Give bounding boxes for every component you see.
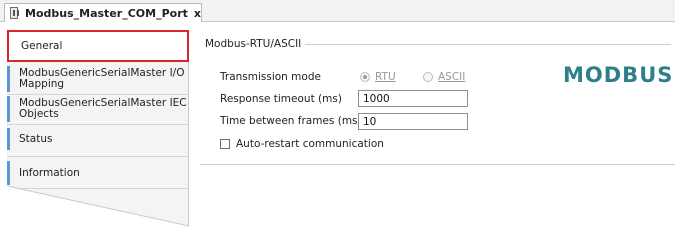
tab-status-label: Status: [19, 132, 53, 145]
time-between-frames-label: Time between frames (ms): [220, 115, 362, 127]
general-settings-panel: Modbus-RTU/ASCII MODBUS Transmission mod…: [200, 30, 675, 165]
response-timeout-label: Response timeout (ms): [220, 93, 342, 105]
radio-rtu-label: RTU: [375, 71, 396, 83]
radio-ascii-label: ASCII: [438, 71, 466, 83]
radio-ascii[interactable]: ASCII: [423, 71, 465, 83]
close-icon[interactable]: x: [194, 7, 201, 20]
tab-iec-objects[interactable]: ModbusGenericSerialMaster IEC Objects: [7, 96, 189, 122]
tab-divider: [7, 94, 189, 95]
tab-general[interactable]: General: [7, 30, 189, 62]
tab-status[interactable]: Status: [7, 128, 189, 150]
tab-io-mapping[interactable]: ModbusGenericSerialMaster I/O Mapping: [7, 66, 189, 92]
editor-tab-strip: Modbus_Master_COM_Port x: [0, 0, 675, 22]
radio-rtu-indicator: [360, 72, 370, 82]
response-timeout-input[interactable]: [358, 90, 468, 107]
auto-restart-checkbox[interactable]: Auto-restart communication: [220, 138, 384, 150]
tab-information-label: Information: [19, 166, 80, 179]
tab-divider: [7, 124, 189, 125]
auto-restart-label: Auto-restart communication: [236, 138, 384, 150]
device-icon: [10, 7, 20, 19]
tab-io-mapping-label: ModbusGenericSerialMaster I/O Mapping: [19, 67, 185, 90]
modbus-logo: MODBUS: [563, 63, 674, 87]
time-between-frames-input[interactable]: [358, 113, 468, 130]
document-tab-modbus-master[interactable]: Modbus_Master_COM_Port x: [4, 3, 202, 22]
transmission-mode-label: Transmission mode: [220, 71, 321, 83]
tab-divider: [7, 156, 189, 157]
tab-general-label: General: [21, 39, 63, 52]
group-title: Modbus-RTU/ASCII: [205, 38, 306, 50]
tab-list-bottom-edge: [7, 186, 189, 240]
auto-restart-checkbox-box[interactable]: [220, 139, 230, 149]
tab-information[interactable]: Information: [7, 161, 189, 185]
document-tab-title: Modbus_Master_COM_Port: [25, 6, 188, 20]
tab-iec-objects-label: ModbusGenericSerialMaster IEC Objects: [19, 97, 187, 120]
radio-rtu[interactable]: RTU: [360, 71, 396, 83]
modbus-rtu-ascii-group: Modbus-RTU/ASCII MODBUS Transmission mod…: [204, 38, 674, 163]
radio-ascii-indicator: [423, 72, 433, 82]
